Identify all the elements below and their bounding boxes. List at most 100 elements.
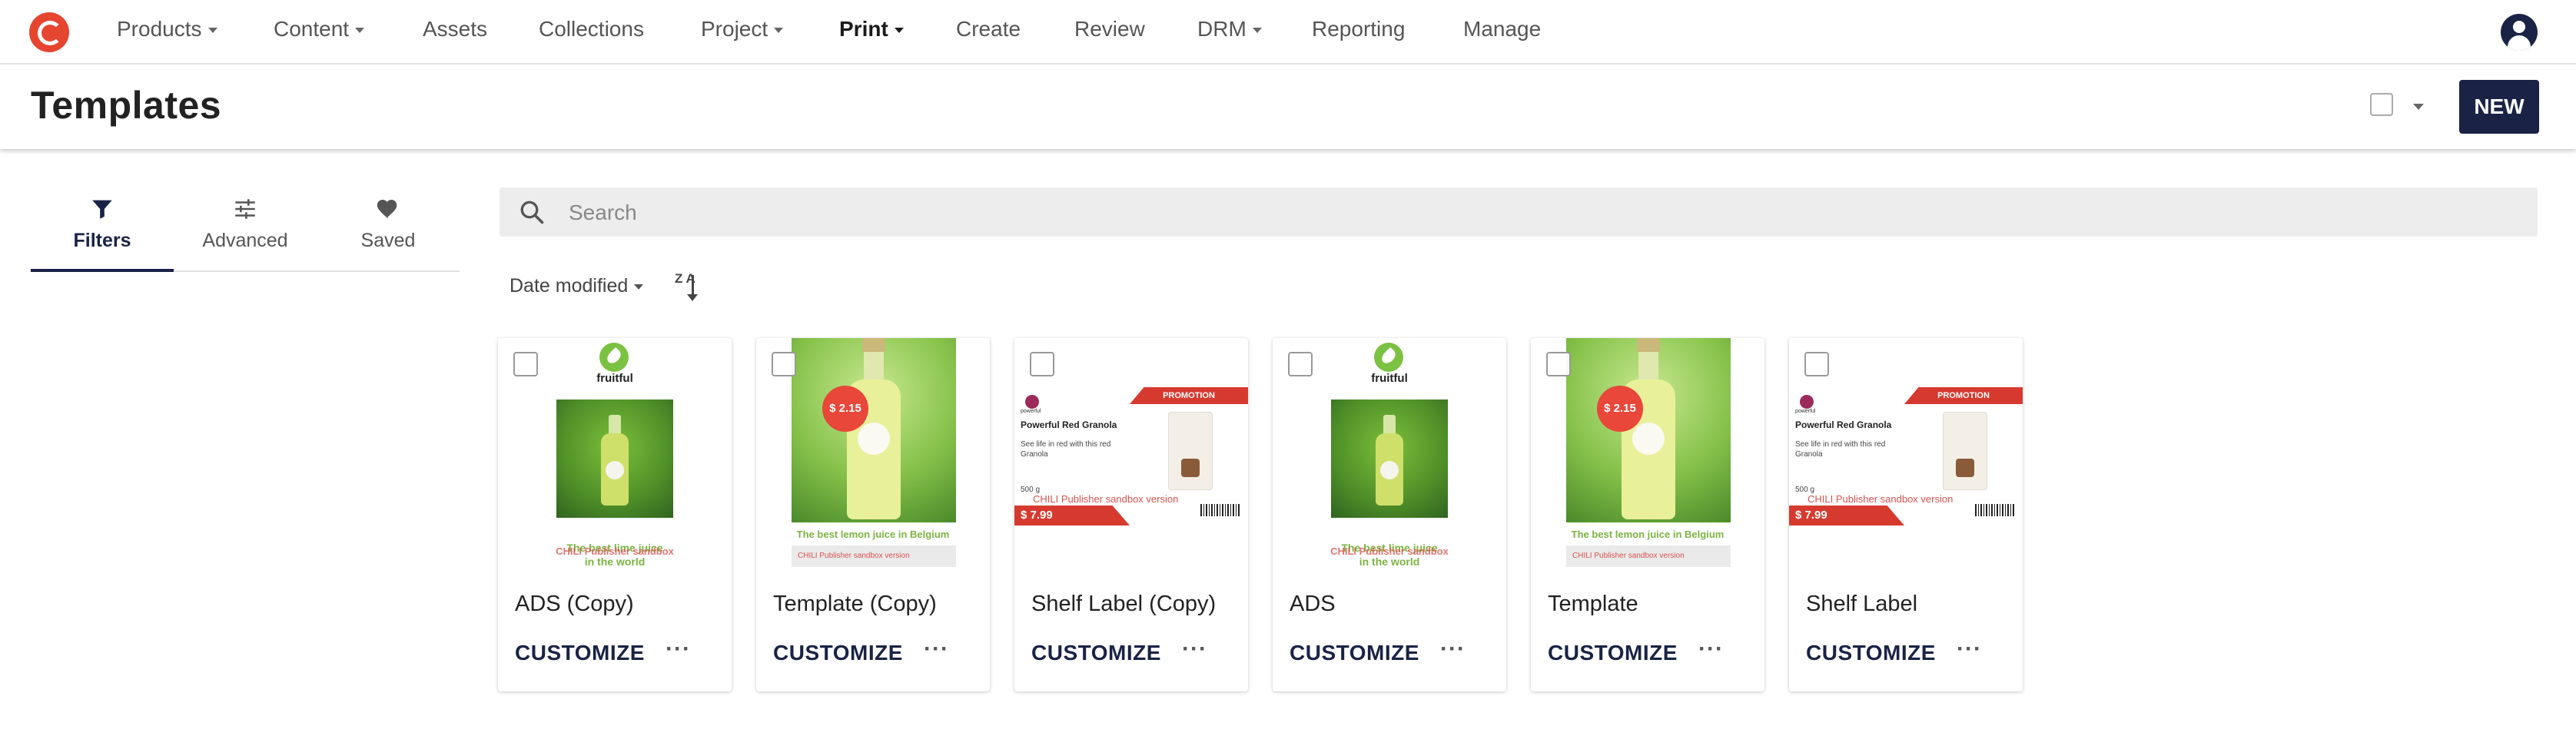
nav-item-label: Manage [1463,17,1542,41]
granola-package [1168,412,1213,490]
nav-item-project[interactable]: Project [701,17,784,41]
nav-item-label: Products [117,17,202,41]
nav-item-assets[interactable]: Assets [423,17,487,41]
customize-button[interactable]: CUSTOMIZE [515,641,645,665]
price-badge: $ 2.15 [1597,386,1643,432]
template-card[interactable]: $ 2.15 The best lemon juice in Belgium C… [756,338,990,691]
template-photo: $ 2.15 [792,338,956,522]
tab-filters[interactable]: Filters [31,196,174,270]
search-icon [520,201,544,224]
card-select-checkbox[interactable] [1546,352,1571,376]
more-options-icon[interactable]: ··· [924,636,949,662]
template-name: Shelf Label [1806,592,1918,616]
more-options-icon[interactable]: ··· [1957,636,1982,662]
more-options-icon[interactable]: ··· [1698,636,1724,662]
template-card[interactable]: $ 2.15 The best lemon juice in Belgium C… [1531,338,1764,691]
template-card[interactable]: fruitful The best lime juice in the world… [1273,338,1506,691]
shelf-brand-name: powerful [1795,409,1816,414]
sliders-icon [235,199,255,219]
sandbox-watermark: CHILI Publisher sandbox version [1808,493,1954,505]
shelf-product-title: Powerful Red Granola [1021,419,1117,430]
template-name: Shelf Label (Copy) [1031,592,1217,616]
sort-field-dropdown[interactable]: Date modified [510,275,644,297]
card-select-checkbox[interactable] [1804,352,1829,376]
ad-photo [1331,399,1448,518]
nav-item-content[interactable]: Content [274,17,365,41]
card-select-checkbox[interactable] [772,352,796,376]
template-photo: $ 2.15 [1566,338,1731,522]
select-options-dropdown-icon[interactable] [2413,104,2424,110]
nav-item-label: Assets [423,17,488,41]
juice-bottle [601,415,629,506]
shelf-product-description: See life in red with this red Granola [1021,440,1111,459]
tab-label: Filters [73,230,131,251]
nav-item-reporting[interactable]: Reporting [1312,17,1405,41]
page-header: Templates NEW [0,65,2576,149]
nav-item-manage[interactable]: Manage [1463,17,1541,41]
more-options-icon[interactable]: ··· [1182,636,1207,662]
sandbox-watermark: CHILI Publisher sandbox [556,545,674,557]
shelf-product-title: Powerful Red Granola [1795,419,1892,430]
avatar-head [2513,21,2525,33]
card-select-checkbox[interactable] [1030,352,1054,376]
shelf-brand-name: powerful [1021,409,1041,414]
nav-item-products[interactable]: Products [117,17,217,41]
customize-button[interactable]: CUSTOMIZE [1806,641,1936,665]
avatar-body [2508,35,2531,51]
brand-logo-icon[interactable] [29,12,69,52]
shelf-price-tag: $ 7.99 [1789,506,1904,525]
template-card[interactable]: PROMOTION powerful Powerful Red Granola … [1014,338,1248,691]
chevron-down-icon [634,283,644,290]
price-badge: $ 2.15 [822,386,868,432]
template-name: ADS (Copy) [515,592,634,616]
template-name: Template (Copy) [773,592,937,616]
page-title: Templates [31,84,222,127]
nav-item-review[interactable]: Review [1074,17,1145,41]
search-bar [500,187,2538,237]
nav-item-label: Reporting [1312,17,1406,41]
sort-z-a-icon[interactable]: Z A [675,272,702,303]
search-input[interactable] [567,195,2491,230]
nav-item-collections[interactable]: Collections [539,17,644,41]
juice-bottle [1376,415,1403,506]
card-select-checkbox[interactable] [513,352,538,376]
template-slogan: The best lemon juice in Belgium [796,529,950,540]
nav-item-label: DRM [1197,17,1247,41]
tab-label: Saved [360,230,416,251]
more-options-icon[interactable]: ··· [1440,636,1466,662]
nav-item-label: Create [956,17,1021,41]
customize-button[interactable]: CUSTOMIZE [1031,641,1161,665]
select-all-checkbox[interactable] [2370,93,2393,116]
template-card[interactable]: fruitful The best lime juice in the world… [498,338,732,691]
card-select-checkbox[interactable] [1288,352,1313,376]
nav-item-label: Project [701,17,768,41]
template-footer: CHILI Publisher sandbox version [1566,545,1731,567]
nav-item-label: Print [839,17,888,41]
template-card[interactable]: PROMOTION powerful Powerful Red Granola … [1789,338,2023,691]
nav-item-drm[interactable]: DRM [1197,17,1262,41]
user-avatar-icon[interactable] [2501,14,2538,51]
funnel-icon [92,200,112,219]
brand-leaf-logo [599,343,629,372]
template-name: Template [1548,592,1638,616]
nav-item-print[interactable]: Print [839,17,904,41]
more-options-icon[interactable]: ··· [666,636,691,662]
shelf-brand-logo [1025,395,1039,409]
customize-button[interactable]: CUSTOMIZE [773,641,903,665]
template-slogan: The best lemon juice in Belgium [1571,529,1725,540]
tab-advanced[interactable]: Advanced [174,196,317,270]
customize-button[interactable]: CUSTOMIZE [1290,641,1419,665]
nav-item-label: Content [274,17,350,41]
customize-button[interactable]: CUSTOMIZE [1548,641,1678,665]
nav-item-create[interactable]: Create [956,17,1021,41]
chevron-down-icon [894,28,904,34]
promotion-banner: PROMOTION [1130,387,1248,404]
nav-item-label: Collections [539,17,644,41]
chevron-down-icon [355,28,365,34]
shelf-product-description: See life in red with this red Granola [1795,440,1886,459]
new-template-button[interactable]: NEW [2459,80,2539,134]
heart-icon [377,199,397,219]
chevron-down-icon [774,28,784,34]
chevron-down-icon [207,28,217,34]
tab-saved[interactable]: Saved [317,196,460,270]
